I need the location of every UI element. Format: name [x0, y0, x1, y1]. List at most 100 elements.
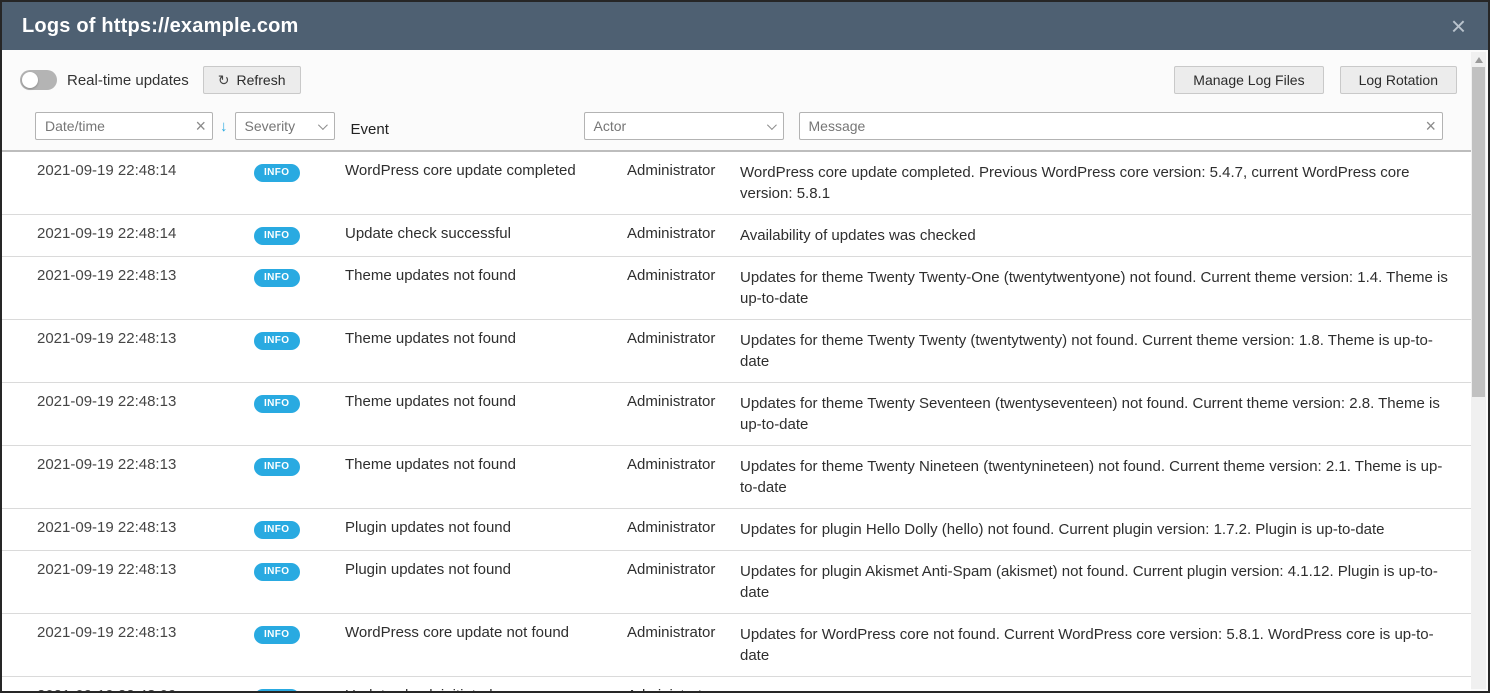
toolbar-right: Manage Log Files Log Rotation: [1158, 66, 1457, 94]
toolbar: Real-time updates ↻ Refresh Manage Log F…: [2, 50, 1471, 108]
chevron-down-icon: [766, 120, 776, 130]
log-date: 2021-09-19 22:48:14: [37, 225, 254, 242]
log-message: Updates for WordPress core not found. Cu…: [740, 624, 1456, 666]
toggle-knob: [22, 72, 38, 88]
log-event: Theme updates not found: [345, 267, 627, 284]
log-message: Updates for plugin Akismet Anti-Spam (ak…: [740, 561, 1456, 603]
log-date: 2021-09-19 22:48:13: [37, 624, 254, 641]
sort-descending-icon[interactable]: ↓: [220, 118, 228, 135]
chevron-down-icon: [317, 120, 327, 130]
log-actor: Administrator: [627, 330, 740, 347]
log-table-row[interactable]: 2021-09-19 22:48:13 INFO WordPress core …: [2, 614, 1471, 677]
log-message: Updates for theme Twenty Nineteen (twent…: [740, 456, 1456, 498]
severity-filter-select[interactable]: Severity: [235, 112, 335, 140]
log-table-row[interactable]: 2021-09-19 22:48:13 INFO Plugin updates …: [2, 509, 1471, 551]
log-date: 2021-09-19 22:48:13: [37, 330, 254, 347]
scrollbar-up-arrow-icon[interactable]: [1471, 52, 1486, 67]
log-actor: Administrator: [627, 456, 740, 473]
severity-cell: INFO: [254, 267, 345, 287]
severity-cell: INFO: [254, 330, 345, 350]
log-actor: Administrator: [627, 162, 740, 179]
severity-badge: INFO: [254, 269, 300, 287]
log-actor: Administrator: [627, 267, 740, 284]
log-date: 2021-09-19 22:48:13: [37, 561, 254, 578]
log-message: Updates for plugin Hello Dolly (hello) n…: [740, 519, 1456, 540]
log-message: Updates for theme Twenty Seventeen (twen…: [740, 393, 1456, 435]
dialog-title: Logs of https://example.com: [22, 15, 299, 38]
log-date: 2021-09-19 22:48:14: [37, 162, 254, 179]
log-table-row[interactable]: 2021-09-19 22:48:13 INFO Theme updates n…: [2, 383, 1471, 446]
log-date: 2021-09-19 22:48:13: [37, 519, 254, 536]
log-table-row[interactable]: 2021-09-19 22:48:14 INFO WordPress core …: [2, 152, 1471, 215]
severity-badge: INFO: [254, 689, 300, 691]
log-actor: Administrator: [627, 687, 740, 691]
log-date: 2021-09-19 22:48:09: [37, 687, 254, 691]
severity-badge: INFO: [254, 626, 300, 644]
log-actor: Administrator: [627, 393, 740, 410]
severity-badge: INFO: [254, 332, 300, 350]
severity-cell: INFO: [254, 393, 345, 413]
log-date: 2021-09-19 22:48:13: [37, 267, 254, 284]
log-table-row[interactable]: 2021-09-19 22:48:13 INFO Theme updates n…: [2, 257, 1471, 320]
log-event: WordPress core update not found: [345, 624, 627, 641]
log-table-row[interactable]: 2021-09-19 22:48:13 INFO Plugin updates …: [2, 551, 1471, 614]
severity-badge: INFO: [254, 164, 300, 182]
log-event: WordPress core update completed: [345, 162, 627, 179]
log-event: Theme updates not found: [345, 456, 627, 473]
refresh-button-label: Refresh: [236, 72, 285, 88]
log-message: Availability of updates was checked: [740, 225, 1456, 246]
datetime-filter: ×: [35, 112, 213, 140]
log-table-row[interactable]: 2021-09-19 22:48:13 INFO Theme updates n…: [2, 446, 1471, 509]
log-table-body: 2021-09-19 22:48:14 INFO WordPress core …: [2, 152, 1471, 691]
severity-cell: INFO: [254, 624, 345, 644]
close-icon[interactable]: ×: [1449, 13, 1468, 39]
refresh-button[interactable]: ↻ Refresh: [203, 66, 301, 94]
message-filter-input[interactable]: [799, 112, 1444, 140]
refresh-icon: ↻: [218, 72, 230, 89]
manage-log-files-button[interactable]: Manage Log Files: [1174, 66, 1323, 94]
actor-filter-label: Actor: [594, 118, 627, 134]
severity-cell: INFO: [254, 456, 345, 476]
log-message: Checking for available updates was initi…: [740, 687, 1456, 691]
dialog-header: Logs of https://example.com ×: [2, 2, 1488, 50]
log-message: WordPress core update completed. Previou…: [740, 162, 1456, 204]
log-actor: Administrator: [627, 519, 740, 536]
log-table-row[interactable]: 2021-09-19 22:48:09 INFO Update check in…: [2, 677, 1471, 691]
log-event: Update check successful: [345, 225, 627, 242]
log-message: Updates for theme Twenty Twenty-One (twe…: [740, 267, 1456, 309]
vertical-scrollbar[interactable]: [1471, 52, 1486, 689]
log-actor: Administrator: [627, 561, 740, 578]
event-column-header: Event: [335, 121, 584, 138]
datetime-filter-input[interactable]: [35, 112, 213, 140]
realtime-updates-toggle[interactable]: [20, 70, 57, 90]
severity-cell: INFO: [254, 162, 345, 182]
log-event: Theme updates not found: [345, 330, 627, 347]
log-event: Update check initiated: [345, 687, 627, 691]
severity-cell: INFO: [254, 561, 345, 581]
log-event: Theme updates not found: [345, 393, 627, 410]
scrollbar-thumb[interactable]: [1472, 67, 1485, 397]
severity-badge: INFO: [254, 521, 300, 539]
dialog-content: Real-time updates ↻ Refresh Manage Log F…: [2, 50, 1488, 691]
log-event: Plugin updates not found: [345, 519, 627, 536]
log-event: Plugin updates not found: [345, 561, 627, 578]
log-actor: Administrator: [627, 624, 740, 641]
log-table-row[interactable]: 2021-09-19 22:48:13 INFO Theme updates n…: [2, 320, 1471, 383]
log-date: 2021-09-19 22:48:13: [37, 456, 254, 473]
clear-icon[interactable]: ×: [1425, 117, 1436, 135]
severity-cell: INFO: [254, 519, 345, 539]
log-table-row[interactable]: 2021-09-19 22:48:14 INFO Update check su…: [2, 215, 1471, 257]
filter-row: × ↓ Severity Event Actor ×: [2, 108, 1471, 150]
actor-filter-select[interactable]: Actor: [584, 112, 784, 140]
severity-badge: INFO: [254, 227, 300, 245]
severity-badge: INFO: [254, 395, 300, 413]
log-date: 2021-09-19 22:48:13: [37, 393, 254, 410]
log-message: Updates for theme Twenty Twenty (twentyt…: [740, 330, 1456, 372]
message-filter: ×: [799, 112, 1444, 140]
realtime-updates-label: Real-time updates: [67, 72, 189, 89]
log-rotation-button[interactable]: Log Rotation: [1340, 66, 1457, 94]
severity-cell: INFO: [254, 225, 345, 245]
clear-icon[interactable]: ×: [195, 117, 206, 135]
severity-cell: INFO: [254, 687, 345, 691]
logs-dialog: Logs of https://example.com × Real-time …: [0, 0, 1490, 693]
